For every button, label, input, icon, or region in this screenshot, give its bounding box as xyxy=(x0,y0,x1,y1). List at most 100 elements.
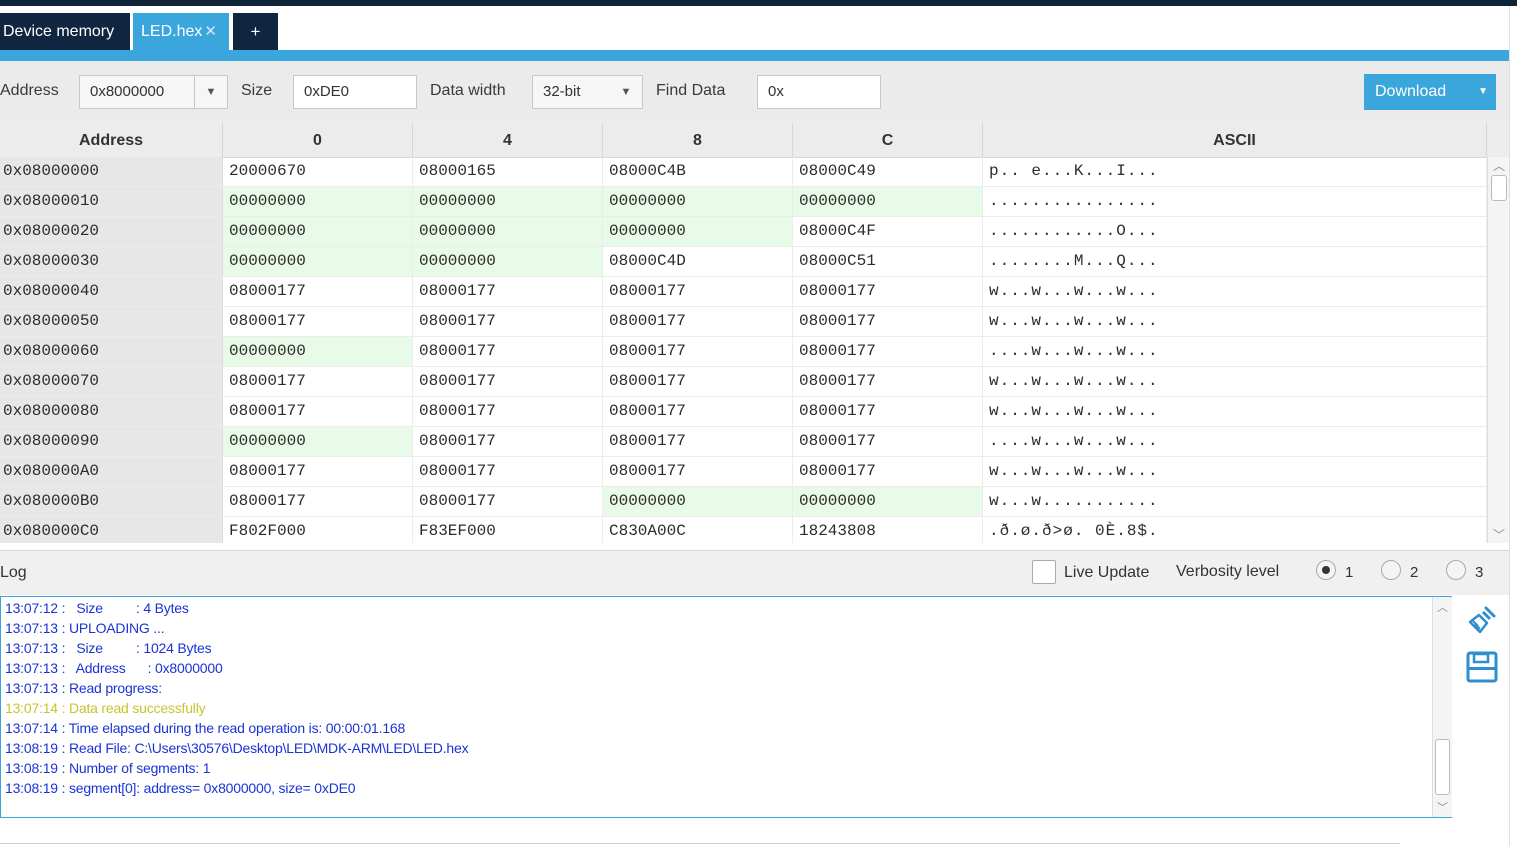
scroll-down-icon[interactable]: ﹀ xyxy=(1433,799,1452,815)
address-cell[interactable]: 0x08000040 xyxy=(0,277,223,307)
size-input[interactable]: 0xDE0 xyxy=(293,75,417,109)
address-cell[interactable]: 0x08000010 xyxy=(0,187,223,217)
header-ascii[interactable]: ASCII xyxy=(983,123,1487,157)
data-cell[interactable]: 08000C4D xyxy=(603,247,793,277)
header-col-4[interactable]: 4 xyxy=(413,123,603,157)
data-cell[interactable]: 08000177 xyxy=(793,337,983,367)
data-cell[interactable]: 08000177 xyxy=(413,397,603,427)
chevron-down-icon[interactable]: ▼ xyxy=(1478,74,1488,110)
ascii-cell[interactable]: ........M...Q... xyxy=(983,247,1487,277)
data-cell[interactable]: 08000177 xyxy=(223,277,413,307)
data-cell[interactable]: 08000177 xyxy=(223,397,413,427)
data-cell[interactable]: 18243808 xyxy=(793,517,983,543)
ascii-cell[interactable]: ....w...w...w... xyxy=(983,337,1487,367)
address-cell[interactable]: 0x08000090 xyxy=(0,427,223,457)
table-row[interactable]: 0x08000080 08000177 08000177 08000177 080001… xyxy=(0,397,1487,427)
data-cell[interactable]: 08000177 xyxy=(603,397,793,427)
ascii-cell[interactable]: p.. e...K...I... xyxy=(983,157,1487,187)
ascii-cell[interactable]: w...w...w...w... xyxy=(983,367,1487,397)
data-cell[interactable]: 08000177 xyxy=(223,487,413,517)
verbosity-radio-1[interactable] xyxy=(1316,560,1336,580)
ascii-cell[interactable]: w...w...w...w... xyxy=(983,397,1487,427)
data-cell[interactable]: C830A00C xyxy=(603,517,793,543)
data-width-select[interactable]: 32-bit ▼ xyxy=(532,75,643,109)
data-cell[interactable]: 08000177 xyxy=(793,367,983,397)
data-cell[interactable]: 08000177 xyxy=(223,367,413,397)
data-cell[interactable]: F802F000 xyxy=(223,517,413,543)
header-col-8[interactable]: 8 xyxy=(603,123,793,157)
data-cell[interactable]: 00000000 xyxy=(223,217,413,247)
data-cell[interactable]: 08000177 xyxy=(413,427,603,457)
data-cell[interactable]: 00000000 xyxy=(603,487,793,517)
log-console[interactable]: 13:07:12 : Size : 4 Bytes 13:07:13 : UPL… xyxy=(0,596,1452,818)
address-cell[interactable]: 0x08000080 xyxy=(0,397,223,427)
scroll-down-icon[interactable]: ﹀ xyxy=(1488,526,1510,543)
data-cell[interactable]: 00000000 xyxy=(223,187,413,217)
data-cell[interactable]: 00000000 xyxy=(793,187,983,217)
data-cell[interactable]: 08000177 xyxy=(603,307,793,337)
add-tab-button[interactable]: + xyxy=(233,13,278,50)
header-col-0[interactable]: 0 xyxy=(223,123,413,157)
ascii-cell[interactable]: ................ xyxy=(983,187,1487,217)
tab-device-memory[interactable]: Device memory xyxy=(0,13,130,50)
broom-icon[interactable] xyxy=(1466,604,1498,636)
data-cell[interactable]: 08000177 xyxy=(793,307,983,337)
data-cell[interactable]: 08000177 xyxy=(413,367,603,397)
data-cell[interactable]: 08000C51 xyxy=(793,247,983,277)
data-cell[interactable]: 08000C49 xyxy=(793,157,983,187)
data-cell[interactable]: 08000177 xyxy=(603,457,793,487)
ascii-cell[interactable]: w...w...w...w... xyxy=(983,307,1487,337)
table-row[interactable]: 0x08000070 08000177 08000177 08000177 080001… xyxy=(0,367,1487,397)
table-row[interactable]: 0x080000A0 08000177 08000177 08000177 080001… xyxy=(0,457,1487,487)
scroll-up-icon[interactable]: ︿ xyxy=(1433,599,1452,615)
data-cell[interactable]: 08000177 xyxy=(793,397,983,427)
ascii-cell[interactable]: ............O... xyxy=(983,217,1487,247)
scroll-up-icon[interactable]: ︿ xyxy=(1488,157,1510,174)
tab-led-hex[interactable]: LED.hex ✕ xyxy=(133,13,229,50)
address-cell[interactable]: 0x08000050 xyxy=(0,307,223,337)
live-update-checkbox[interactable] xyxy=(1032,560,1056,584)
data-cell[interactable]: F83EF000 xyxy=(413,517,603,543)
table-row[interactable]: 0x080000B0 08000177 08000177 00000000 000000… xyxy=(0,487,1487,517)
data-cell[interactable]: 00000000 xyxy=(413,247,603,277)
verbosity-radio-3[interactable] xyxy=(1446,560,1466,580)
table-row[interactable]: 0x08000060 00000000 08000177 08000177 080001… xyxy=(0,337,1487,367)
chevron-down-icon[interactable]: ▼ xyxy=(610,76,642,108)
floppy-disk-icon[interactable] xyxy=(1466,650,1498,684)
table-row[interactable]: 0x08000090 00000000 08000177 08000177 080001… xyxy=(0,427,1487,457)
find-data-input[interactable]: 0x xyxy=(757,75,881,109)
data-cell[interactable]: 08000177 xyxy=(413,307,603,337)
data-cell[interactable]: 08000177 xyxy=(413,487,603,517)
address-combobox[interactable]: 0x8000000 ▼ xyxy=(79,75,228,109)
data-cell[interactable]: 00000000 xyxy=(793,487,983,517)
ascii-cell[interactable]: .ð.ø.ð>ø. 0È.8$. xyxy=(983,517,1487,543)
table-row[interactable]: 0x08000010 00000000 00000000 00000000 000000… xyxy=(0,187,1487,217)
grid-scrollbar[interactable]: ︿ ﹀ xyxy=(1487,157,1510,543)
data-cell[interactable]: 08000165 xyxy=(413,157,603,187)
data-cell[interactable]: 08000177 xyxy=(793,277,983,307)
ascii-cell[interactable]: ....w...w...w... xyxy=(983,427,1487,457)
data-cell[interactable]: 00000000 xyxy=(603,217,793,247)
data-cell[interactable]: 00000000 xyxy=(223,247,413,277)
table-row[interactable]: 0x080000C0 F802F000 F83EF000 C830A00C 182438… xyxy=(0,517,1487,543)
data-cell[interactable]: 08000C4F xyxy=(793,217,983,247)
data-cell[interactable]: 08000177 xyxy=(413,337,603,367)
ascii-cell[interactable]: w...w........... xyxy=(983,487,1487,517)
scroll-thumb[interactable] xyxy=(1491,175,1507,201)
data-cell[interactable]: 08000177 xyxy=(793,427,983,457)
address-cell[interactable]: 0x08000030 xyxy=(0,247,223,277)
ascii-cell[interactable]: w...w...w...w... xyxy=(983,277,1487,307)
log-scrollbar[interactable]: ︿ ﹀ xyxy=(1432,597,1452,817)
data-cell[interactable]: 00000000 xyxy=(413,187,603,217)
address-cell[interactable]: 0x08000000 xyxy=(0,157,223,187)
scroll-thumb[interactable] xyxy=(1435,739,1450,795)
data-cell[interactable]: 08000177 xyxy=(603,367,793,397)
close-icon[interactable]: ✕ xyxy=(204,23,217,40)
chevron-down-icon[interactable]: ▼ xyxy=(194,76,227,108)
data-cell[interactable]: 08000177 xyxy=(603,427,793,457)
data-cell[interactable]: 08000177 xyxy=(223,457,413,487)
data-cell[interactable]: 00000000 xyxy=(223,427,413,457)
address-cell[interactable]: 0x08000060 xyxy=(0,337,223,367)
address-cell[interactable]: 0x08000020 xyxy=(0,217,223,247)
address-cell[interactable]: 0x08000070 xyxy=(0,367,223,397)
